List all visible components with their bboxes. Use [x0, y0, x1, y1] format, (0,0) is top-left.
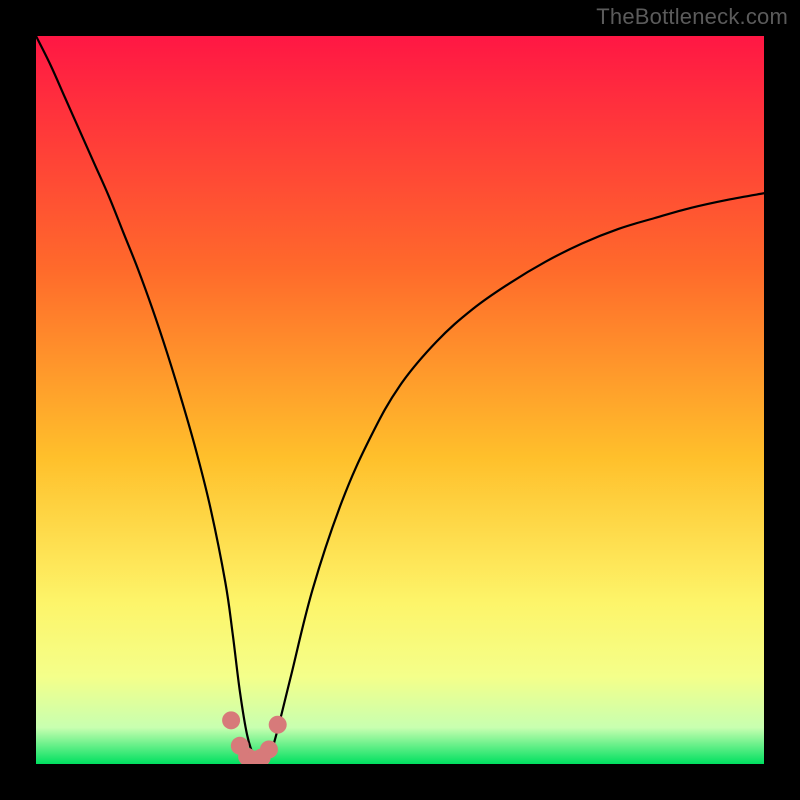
valley-marker: [260, 740, 278, 758]
watermark-text: TheBottleneck.com: [596, 4, 788, 30]
chart-frame: TheBottleneck.com: [0, 0, 800, 800]
gradient-background: [36, 36, 764, 764]
bottleneck-curve-chart: [36, 36, 764, 764]
plot-area: [36, 36, 764, 764]
valley-marker: [269, 716, 287, 734]
valley-marker: [222, 711, 240, 729]
